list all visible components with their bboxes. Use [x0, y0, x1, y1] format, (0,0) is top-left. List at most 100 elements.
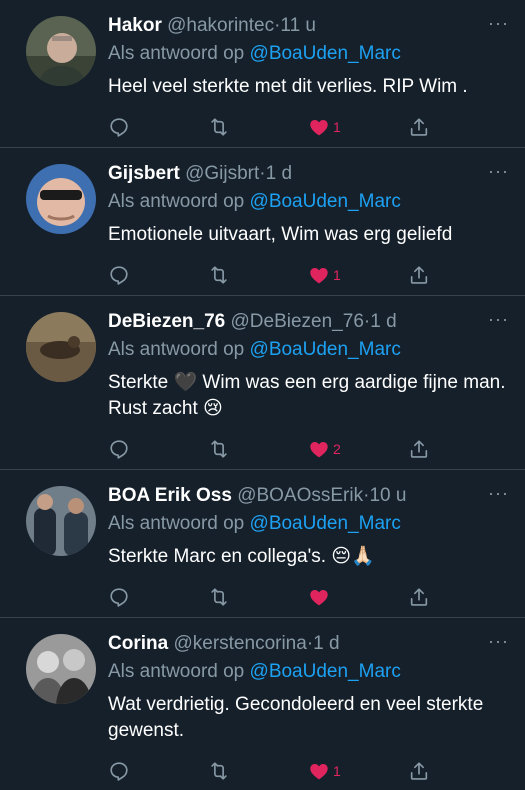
retweet-icon — [208, 586, 230, 608]
share-icon — [408, 116, 430, 138]
reply-button[interactable] — [108, 438, 208, 460]
share-button[interactable] — [408, 116, 438, 138]
more-icon[interactable]: ··· — [488, 161, 509, 182]
tweet[interactable]: ··· Corina @kerstencorina·1 d Als antwoo… — [0, 618, 525, 790]
display-name[interactable]: Corina — [108, 633, 168, 654]
like-count: 2 — [333, 441, 341, 457]
reply-prefix: Als antwoord op — [108, 513, 245, 534]
timestamp[interactable]: 11 u — [280, 15, 316, 36]
mention-link[interactable]: @BoaUden_Marc — [250, 661, 401, 682]
like-button[interactable]: 2 — [308, 438, 408, 460]
retweet-button[interactable] — [208, 438, 308, 460]
reply-context: Als antwoord op @BoaUden_Marc — [108, 338, 511, 362]
reply-context: Als antwoord op @BoaUden_Marc — [108, 42, 511, 66]
like-button[interactable] — [308, 586, 408, 608]
share-icon — [408, 760, 430, 782]
like-button[interactable]: 1 — [308, 264, 408, 286]
heart-icon — [308, 438, 330, 460]
timestamp[interactable]: 1 d — [370, 311, 396, 332]
retweet-icon — [208, 438, 230, 460]
share-icon — [408, 586, 430, 608]
tweet-text: Heel veel sterkte met dit verlies. RIP W… — [108, 76, 468, 97]
tweet[interactable]: ··· Hakor @hakorintec·11 u Als antwoord … — [0, 0, 525, 148]
reply-button[interactable] — [108, 586, 208, 608]
action-bar: 2 — [108, 434, 438, 464]
avatar[interactable] — [26, 312, 96, 382]
tweet[interactable]: ··· Gijsbert @Gijsbrt·1 d Als antwoord o… — [0, 148, 525, 296]
mention-link[interactable]: @BoaUden_Marc — [250, 339, 401, 360]
reply-button[interactable] — [108, 116, 208, 138]
tweet-header: BOA Erik Oss @BOAOssErik·10 u — [108, 484, 511, 508]
share-button[interactable] — [408, 264, 438, 286]
tweet-header: Corina @kerstencorina·1 d — [108, 632, 511, 656]
display-name[interactable]: Hakor — [108, 15, 162, 36]
reply-icon — [108, 116, 130, 138]
reply-prefix: Als antwoord op — [108, 43, 245, 64]
heart-icon — [308, 264, 330, 286]
avatar[interactable] — [26, 16, 96, 86]
retweet-button[interactable] — [208, 586, 308, 608]
reply-prefix: Als antwoord op — [108, 661, 245, 682]
retweet-button[interactable] — [208, 760, 308, 782]
tweet-header: Hakor @hakorintec·11 u — [108, 14, 511, 38]
avatar[interactable] — [26, 486, 96, 556]
retweet-button[interactable] — [208, 116, 308, 138]
retweet-icon — [208, 264, 230, 286]
like-button[interactable]: 1 — [308, 116, 408, 138]
heart-icon — [308, 116, 330, 138]
display-name[interactable]: DeBiezen_76 — [108, 311, 225, 332]
more-icon[interactable]: ··· — [488, 309, 509, 330]
reply-icon — [108, 264, 130, 286]
timestamp[interactable]: 10 u — [369, 485, 406, 506]
share-icon — [408, 438, 430, 460]
more-icon[interactable]: ··· — [488, 631, 509, 652]
avatar[interactable] — [26, 164, 96, 234]
retweet-icon — [208, 760, 230, 782]
mention-link[interactable]: @BoaUden_Marc — [250, 43, 401, 64]
reply-prefix: Als antwoord op — [108, 191, 245, 212]
share-button[interactable] — [408, 586, 438, 608]
retweet-icon — [208, 116, 230, 138]
reply-button[interactable] — [108, 760, 208, 782]
user-handle[interactable]: @hakorintec — [167, 15, 274, 36]
tweet-text: Sterkte Marc en collega's. 😔🙏🏻 — [108, 546, 375, 567]
reply-prefix: Als antwoord op — [108, 339, 245, 360]
heart-icon — [308, 760, 330, 782]
like-button[interactable]: 1 — [308, 760, 408, 782]
timestamp[interactable]: 1 d — [313, 633, 339, 654]
reply-icon — [108, 438, 130, 460]
tweet-header: Gijsbert @Gijsbrt·1 d — [108, 162, 511, 186]
share-button[interactable] — [408, 760, 438, 782]
action-bar: 1 — [108, 756, 438, 786]
user-handle[interactable]: @kerstencorina — [173, 633, 306, 654]
more-icon[interactable]: ··· — [488, 13, 509, 34]
reply-context: Als antwoord op @BoaUden_Marc — [108, 190, 511, 214]
tweet-text: Sterkte 🖤 Wim was een erg aardige fijne … — [108, 372, 506, 419]
retweet-button[interactable] — [208, 264, 308, 286]
tweet-header: DeBiezen_76 @DeBiezen_76·1 d — [108, 310, 511, 334]
action-bar: 1 — [108, 260, 438, 290]
action-bar: 1 — [108, 112, 438, 142]
share-icon — [408, 264, 430, 286]
action-bar — [108, 582, 438, 612]
user-handle[interactable]: @Gijsbrt — [185, 163, 259, 184]
tweet[interactable]: ··· DeBiezen_76 @DeBiezen_76·1 d Als ant… — [0, 296, 525, 470]
tweet[interactable]: ··· BOA Erik Oss @BOAOssErik·10 u Als an… — [0, 470, 525, 618]
like-count: 1 — [333, 267, 341, 283]
avatar[interactable] — [26, 634, 96, 704]
more-icon[interactable]: ··· — [488, 483, 509, 504]
timestamp[interactable]: 1 d — [266, 163, 292, 184]
tweet-text: Wat verdrietig. Gecondoleerd en veel ste… — [108, 694, 484, 741]
user-handle[interactable]: @DeBiezen_76 — [231, 311, 364, 332]
reply-icon — [108, 760, 130, 782]
mention-link[interactable]: @BoaUden_Marc — [250, 191, 401, 212]
like-count: 1 — [333, 763, 341, 779]
display-name[interactable]: BOA Erik Oss — [108, 485, 232, 506]
heart-icon — [308, 586, 330, 608]
user-handle[interactable]: @BOAOssErik — [237, 485, 363, 506]
display-name[interactable]: Gijsbert — [108, 163, 180, 184]
reply-context: Als antwoord op @BoaUden_Marc — [108, 512, 511, 536]
mention-link[interactable]: @BoaUden_Marc — [250, 513, 401, 534]
share-button[interactable] — [408, 438, 438, 460]
reply-button[interactable] — [108, 264, 208, 286]
